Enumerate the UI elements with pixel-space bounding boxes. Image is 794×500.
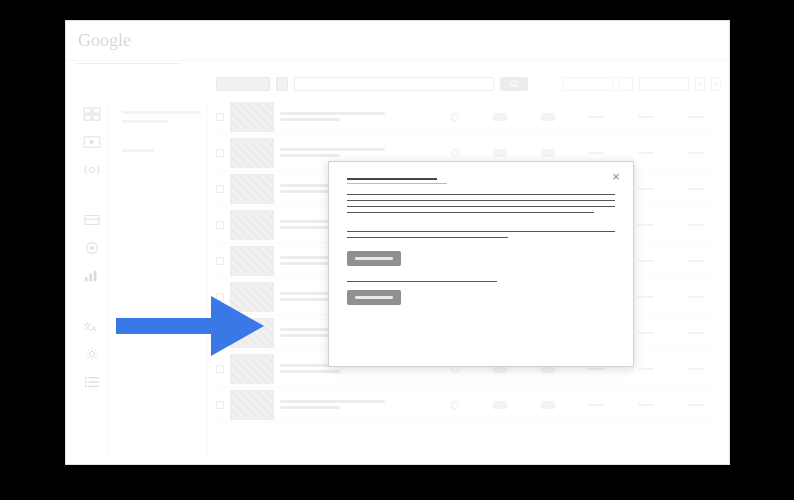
row-checkbox[interactable] <box>216 113 224 121</box>
toolbar: ‹ › <box>216 77 721 91</box>
row-checkbox[interactable] <box>216 149 224 157</box>
filter-box[interactable] <box>563 77 613 91</box>
upload-dropdown[interactable] <box>276 77 288 91</box>
svg-text:A: A <box>91 324 97 333</box>
settings-icon[interactable] <box>83 347 101 361</box>
secondary-section-line <box>347 281 497 282</box>
search-button[interactable] <box>500 77 528 91</box>
list-item[interactable] <box>216 387 719 423</box>
close-icon[interactable]: × <box>609 170 623 184</box>
list-icon[interactable] <box>83 375 101 389</box>
header: Google <box>66 21 729 61</box>
background-ui: Google ‹ › <box>66 21 729 61</box>
page-prev[interactable]: ‹ <box>695 77 705 91</box>
video-thumb <box>230 102 274 132</box>
google-logo: Google <box>78 30 131 51</box>
list-item[interactable] <box>216 99 719 135</box>
app-window: Google ‹ › <box>65 20 730 465</box>
monetization-dialog: × <box>328 161 634 367</box>
translations-icon[interactable]: 文A <box>83 319 101 333</box>
dialog-title <box>347 178 437 180</box>
svg-text:文: 文 <box>83 321 92 332</box>
primary-button[interactable] <box>347 251 401 266</box>
upload-button[interactable] <box>216 77 270 91</box>
video-manager-icon[interactable] <box>83 135 101 149</box>
row-checkbox[interactable] <box>216 257 224 265</box>
channel-panel <box>116 101 208 456</box>
view-toggle[interactable] <box>619 77 633 91</box>
live-icon[interactable] <box>83 163 101 177</box>
row-checkbox[interactable] <box>216 221 224 229</box>
search-input[interactable] <box>294 77 494 91</box>
row-checkbox[interactable] <box>216 329 224 337</box>
analytics-icon[interactable] <box>83 269 101 283</box>
sort-box[interactable] <box>639 77 689 91</box>
page-next[interactable]: › <box>711 77 721 91</box>
row-checkbox[interactable] <box>216 293 224 301</box>
channel-icon[interactable] <box>83 241 101 255</box>
apply-button[interactable] <box>347 290 401 305</box>
community-icon[interactable] <box>83 213 101 227</box>
header-underline <box>78 63 178 64</box>
dashboard-icon[interactable] <box>83 107 101 121</box>
row-checkbox[interactable] <box>216 401 224 409</box>
row-checkbox[interactable] <box>216 365 224 373</box>
left-rail: 文A <box>76 101 108 456</box>
row-checkbox[interactable] <box>216 185 224 193</box>
